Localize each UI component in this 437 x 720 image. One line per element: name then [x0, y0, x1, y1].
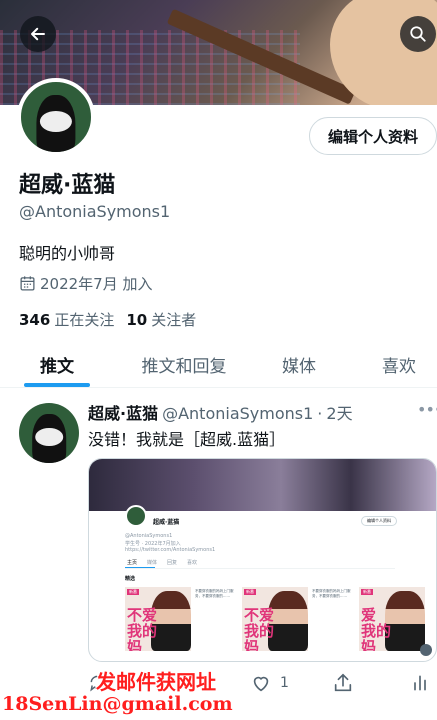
tweet-media-image[interactable]: 编辑个人资料 超威·蓝猫 @AntoniaSymons1 学生号 · 2022年… [88, 458, 437, 662]
media-divider [125, 568, 395, 569]
search-button[interactable] [400, 16, 436, 52]
following-label: 正在关注 [54, 311, 115, 329]
media-banner [89, 459, 436, 511]
following-count: 346 [19, 311, 51, 329]
tweet-time[interactable]: 2天 [326, 400, 352, 424]
tweet-header: 超威·蓝猫 @AntoniaSymons1 · 2天 [88, 400, 353, 424]
card-tag: 新番 [244, 589, 256, 595]
joined-text: 2022年7月 加入 [40, 275, 153, 293]
heart-icon [253, 676, 269, 692]
media-tab-0: 主页 [127, 560, 138, 566]
active-tab-indicator [24, 383, 90, 387]
card-tag: 新番 [127, 589, 139, 595]
following-link[interactable]: 346 正在关注 [19, 309, 114, 330]
tab-tweets-replies[interactable]: 推文和回复 [124, 340, 244, 388]
tab-tweets[interactable]: 推文 [14, 340, 100, 388]
card-tag: 新番 [361, 589, 373, 595]
profile-tabs: 推文 推文和回复 媒体 喜欢 [0, 340, 437, 388]
media-avatar [125, 505, 147, 527]
tweet-text: 没错！我就是［超威.蓝猫］ [88, 430, 286, 449]
tab-likes[interactable]: 喜欢 [366, 340, 432, 388]
arrow-left-icon [31, 27, 45, 41]
avatar-face [39, 111, 73, 133]
media-section-title: 精选 [125, 576, 136, 582]
card-title: 不爱 我的 妈 [244, 606, 275, 651]
card-title: 不爱 我的 妈 [127, 606, 158, 651]
like-count: 1 [280, 675, 289, 691]
media-bio: 学生号 · 2022年7月加入 [125, 541, 181, 547]
followers-count: 10 [126, 311, 148, 329]
media-card-text-2: 不要穿衣服的妈妈上门服务，不要穿衣服的…… [312, 589, 351, 598]
watermark-line-2: 18SenLin@gmail.com [2, 693, 233, 715]
analytics-icon [414, 675, 426, 691]
media-card-1: 新番 不爱 我的 妈 [125, 587, 191, 651]
like-button[interactable]: 1 [250, 668, 289, 698]
media-handle: @AntoniaSymons1 [125, 533, 173, 539]
edit-profile-button[interactable]: 编辑个人资料 [309, 117, 437, 155]
media-scroll-arrow [420, 644, 432, 656]
tweet-author-handle[interactable]: @AntoniaSymons1 [162, 404, 313, 423]
tweet-author-name[interactable]: 超威·蓝猫 [88, 400, 158, 424]
share-icon [334, 673, 352, 692]
joined-date: 2022年7月 加入 [19, 273, 153, 294]
media-card-2: 新番 不爱 我的 妈 [242, 587, 308, 651]
tweet-avatar[interactable] [19, 403, 79, 463]
media-tab-1: 媒体 [147, 560, 158, 566]
calendar-icon [20, 276, 35, 291]
profile-avatar[interactable] [17, 78, 95, 156]
search-icon [410, 26, 426, 42]
media-tab-3: 喜欢 [187, 560, 198, 566]
media-edit-button: 编辑个人资料 [361, 516, 397, 526]
more-options-icon[interactable]: ••• [417, 400, 437, 419]
media-tab-2: 回复 [167, 560, 178, 566]
followers-link[interactable]: 10 关注者 [126, 309, 196, 330]
followers-label: 关注者 [151, 311, 197, 329]
watermark-line-1: 发邮件获网址 [96, 670, 216, 694]
back-button[interactable] [20, 16, 56, 52]
profile-name: 超威·蓝猫 [19, 173, 116, 198]
media-link: https://twitter.com/AntoniaSymons1 [125, 547, 216, 553]
tab-media[interactable]: 媒体 [266, 340, 332, 388]
media-card-3: 新番 爱 我的 妈 [359, 587, 425, 651]
media-name: 超威·蓝猫 [153, 519, 180, 526]
follow-stats: 346 正在关注 10 关注者 [19, 309, 196, 330]
media-card-text-1: 不要穿衣服的妈妈上门服务，不要穿衣服的…… [195, 589, 234, 598]
share-button[interactable] [332, 668, 354, 698]
tweet-separator: · [317, 404, 323, 423]
avatar-face [35, 428, 63, 447]
profile-handle: @AntoniaSymons1 [19, 202, 171, 221]
profile-bio: 聪明的小帅哥 [19, 244, 116, 263]
analytics-button[interactable] [410, 668, 430, 698]
card-title: 爱 我的 妈 [361, 606, 392, 651]
